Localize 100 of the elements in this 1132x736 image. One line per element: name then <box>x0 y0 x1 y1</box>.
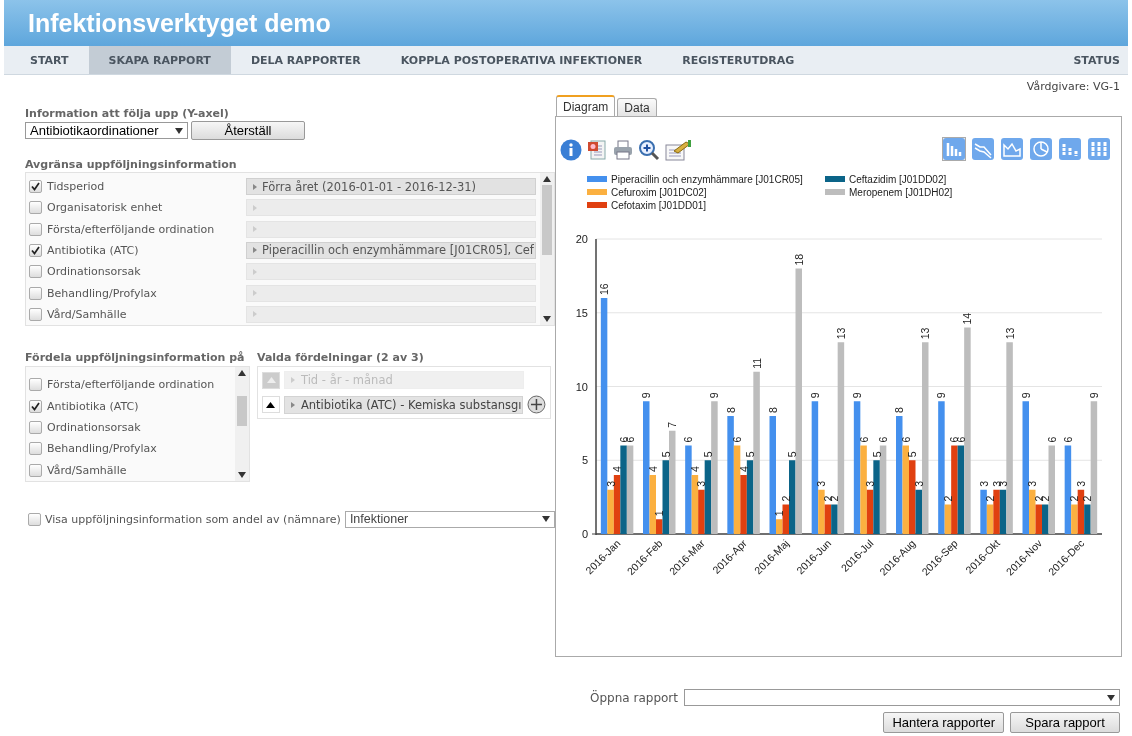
scrollbar[interactable] <box>235 367 249 481</box>
filter-value[interactable]: Piperacillin och enzymhämmare [J01CR05], Cef <box>246 242 536 259</box>
checkbox[interactable] <box>29 201 42 215</box>
scroll-down-icon[interactable] <box>543 316 551 322</box>
legend-label: Ceftazidim [J01DD02] <box>849 174 947 185</box>
denominator-select[interactable]: Infektioner <box>344 510 555 528</box>
data-label: 3 <box>604 480 617 487</box>
data-label: 16 <box>598 283 611 295</box>
data-label: 14 <box>961 312 974 325</box>
nav-tab[interactable]: REGISTERUTDRAG <box>662 46 815 74</box>
data-label: 13 <box>1003 327 1016 340</box>
data-label: 4 <box>737 466 750 472</box>
printer-icon[interactable] <box>612 139 634 161</box>
checkbox[interactable] <box>29 378 42 392</box>
checkbox[interactable] <box>29 399 42 413</box>
checkbox[interactable] <box>29 286 42 300</box>
data-label: 2 <box>941 495 954 502</box>
data-label: 6 <box>1045 436 1058 443</box>
caret-icon[interactable] <box>541 516 550 522</box>
chart-type-button[interactable] <box>971 137 995 161</box>
data-label: 6 <box>899 436 912 443</box>
data-label: 3 <box>977 480 990 487</box>
data-label: 4 <box>611 466 624 472</box>
scrollbar-thumb[interactable] <box>237 396 247 426</box>
checkbox[interactable] <box>29 307 42 321</box>
scrollbar-thumb[interactable] <box>542 185 552 255</box>
checkbox[interactable] <box>29 421 42 434</box>
zoom-in-icon[interactable] <box>638 139 660 161</box>
filter-label: Vård/Samhälle <box>47 307 127 321</box>
checkbox[interactable] <box>29 463 42 477</box>
tab[interactable]: Diagram <box>556 95 616 116</box>
data-label: 3 <box>695 480 708 487</box>
checkbox[interactable] <box>29 180 42 194</box>
chosen-item[interactable]: Antibiotika (ATC) - Kemiska substansgı <box>283 395 524 414</box>
data-label: 2 <box>1068 495 1081 502</box>
data-label: 11 <box>750 357 763 369</box>
up-arrow-icon <box>266 401 276 408</box>
data-label: 5 <box>786 451 799 458</box>
checkbox[interactable] <box>29 222 42 236</box>
data-label: 18 <box>792 253 805 266</box>
data-label: 9 <box>1087 392 1100 399</box>
checkbox[interactable] <box>29 244 42 257</box>
scroll-down-icon[interactable] <box>238 472 246 478</box>
nav-tab[interactable]: STATUS <box>1053 46 1128 74</box>
data-label: 1 <box>653 510 666 517</box>
data-label: 8 <box>724 407 737 413</box>
caret-icon[interactable] <box>175 127 183 134</box>
filter-label: Ordinationsorsak <box>47 265 141 279</box>
data-label: 4 <box>646 466 659 472</box>
data-label: 3 <box>1074 480 1087 487</box>
chart-type-button[interactable] <box>942 137 966 161</box>
y-axis-tick: 20 <box>575 233 588 245</box>
caret-icon[interactable] <box>1107 694 1115 701</box>
report-button[interactable]: Spara rapport <box>1010 712 1120 733</box>
data-label: 6 <box>731 436 744 443</box>
data-label: 8 <box>893 407 906 413</box>
data-label: 6 <box>857 436 870 443</box>
app-title: Infektionsverktyget demo <box>28 8 331 38</box>
distribute-label: Vård/Samhälle <box>47 463 127 477</box>
filter-label: Tidsperiod <box>47 180 105 194</box>
data-label: 1 <box>773 510 786 517</box>
nav-tab[interactable]: START <box>10 46 89 74</box>
checkbox[interactable] <box>29 265 42 279</box>
chart-type-button[interactable] <box>1087 137 1111 161</box>
data-label: 5 <box>906 451 919 458</box>
y-axis-select[interactable]: Antibiotikaordinationer <box>25 122 188 139</box>
data-label: 3 <box>864 480 877 487</box>
data-label: 9 <box>708 392 721 399</box>
info-icon[interactable] <box>560 139 582 161</box>
move-up-button[interactable] <box>262 396 280 413</box>
nav-tab[interactable]: DELA RAPPORTER <box>230 46 381 74</box>
nav-tab[interactable]: SKAPA RAPPORT <box>88 46 231 74</box>
data-label: 3 <box>912 480 925 487</box>
data-label: 6 <box>877 436 890 443</box>
data-label: 2 <box>1081 495 1094 502</box>
data-label: 9 <box>1019 392 1032 399</box>
data-label: 3 <box>815 480 828 487</box>
checkbox[interactable] <box>28 512 41 526</box>
nav-tab[interactable]: KOPPLA POSTOPERATIVA INFEKTIONER <box>380 46 663 74</box>
edit-document-icon[interactable] <box>664 139 692 161</box>
up-arrow-icon <box>266 377 276 383</box>
caregiver-label: Vårdgivare: VG-1 <box>1026 79 1120 93</box>
reset-button[interactable]: Återställ <box>191 121 305 140</box>
add-icon[interactable] <box>527 395 546 414</box>
tab[interactable]: Data <box>617 98 657 116</box>
scroll-up-icon[interactable] <box>543 176 551 182</box>
chart-type-button[interactable] <box>1029 137 1053 161</box>
chart-type-button[interactable] <box>1000 137 1024 161</box>
filter-label: Organisatorisk enhet <box>47 201 163 215</box>
open-report-label: Öppna rapport <box>590 690 678 705</box>
scrollbar[interactable] <box>540 173 554 325</box>
report-button[interactable]: Hantera rapporter <box>883 712 1004 733</box>
chart-type-button[interactable] <box>1058 137 1082 161</box>
filter-value[interactable]: Förra året (2016-01-01 - 2016-12-31) <box>246 178 536 196</box>
filter-label: Behandling/Profylax <box>47 286 157 300</box>
data-label: 2 <box>984 495 997 502</box>
checkbox[interactable] <box>29 442 42 456</box>
scroll-up-icon[interactable] <box>238 370 246 376</box>
data-label: 13 <box>919 327 932 340</box>
presentation-file-icon[interactable] <box>586 139 608 161</box>
